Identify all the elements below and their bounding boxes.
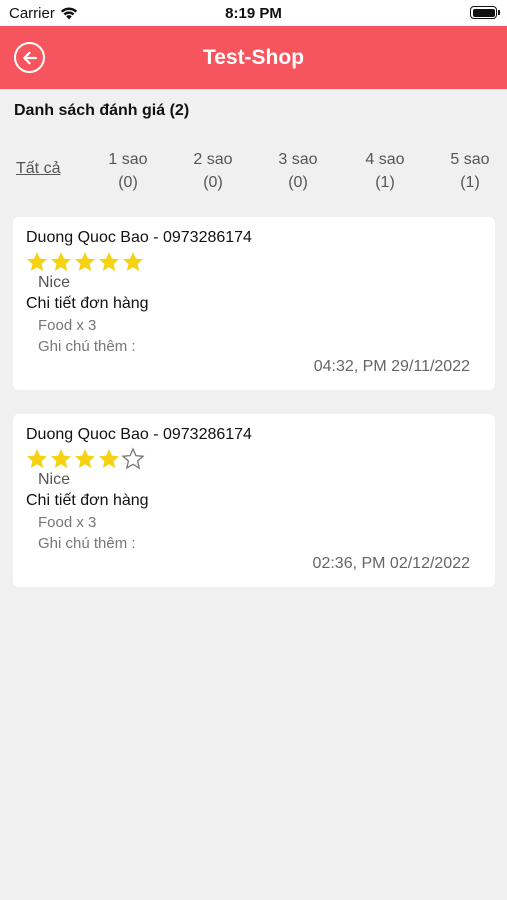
star-filled-icon: [75, 252, 95, 271]
filter-1-star-tab[interactable]: 1 sao (0): [98, 148, 158, 194]
star-empty-icon: [121, 447, 145, 470]
filter-3-star-tab[interactable]: 3 sao (0): [268, 148, 328, 194]
order-item-line: Food x 3: [38, 514, 97, 531]
star-filled-icon: [27, 449, 47, 468]
review-comment: Nice: [38, 471, 71, 488]
filter-all-tab[interactable]: Tất cả: [16, 160, 60, 178]
status-bar: Carrier 8:19 PM: [0, 0, 507, 26]
review-card: Duong Quoc Bao - 0973286174 Nice Chi tiế…: [13, 217, 495, 390]
filter-2-star-tab[interactable]: 2 sao (0): [183, 148, 243, 194]
review-datetime: 02:36, PM 02/12/2022: [312, 555, 470, 572]
filter-label: 5 sao: [450, 151, 490, 168]
filter-label: 3 sao: [278, 151, 318, 168]
back-button[interactable]: [14, 42, 45, 73]
star-filled-icon: [27, 252, 47, 271]
filter-count: (1): [375, 174, 395, 191]
filter-5-star-tab[interactable]: 5 sao (1): [440, 148, 500, 194]
review-datetime: 04:32, PM 29/11/2022: [313, 358, 470, 375]
battery-icon: [470, 6, 500, 19]
star-filled-icon: [99, 449, 119, 468]
star-filled-icon: [99, 252, 119, 271]
filter-count: (1): [460, 174, 480, 191]
star-filled-icon: [51, 252, 71, 271]
filter-label: 1 sao: [108, 151, 148, 168]
order-note: Ghi chú thêm :: [38, 535, 136, 552]
page-title: Test-Shop: [202, 45, 305, 69]
filter-4-star-tab[interactable]: 4 sao (1): [355, 148, 415, 194]
reviewer-name: Duong Quoc Bao - 0973286174: [26, 229, 252, 246]
order-item-line: Food x 3: [38, 317, 97, 334]
star-filled-icon: [75, 449, 95, 468]
filter-count: (0): [203, 174, 223, 191]
rating-filter-bar: Tất cả 1 sao (0) 2 sao (0) 3 sao (0) 4 s…: [0, 148, 507, 196]
order-detail-label: Chi tiết đơn hàng: [26, 492, 149, 509]
star-filled-icon: [123, 252, 143, 271]
review-count-title: Danh sách đánh giá (2): [14, 102, 190, 119]
star-rating: [25, 447, 145, 471]
clock-time: 8:19 PM: [225, 5, 282, 22]
filter-count: (0): [118, 174, 138, 191]
review-comment: Nice: [38, 274, 71, 291]
filter-count: (0): [288, 174, 308, 191]
review-card: Duong Quoc Bao - 0973286174 Nice Chi tiế…: [13, 414, 495, 587]
reviewer-name: Duong Quoc Bao - 0973286174: [26, 426, 252, 443]
order-note: Ghi chú thêm :: [38, 338, 136, 355]
star-filled-icon: [51, 449, 71, 468]
star-rating: [25, 250, 145, 274]
order-detail-label: Chi tiết đơn hàng: [26, 295, 149, 312]
filter-label: 4 sao: [365, 151, 405, 168]
back-arrow-icon: [22, 51, 37, 64]
filter-label: 2 sao: [193, 151, 233, 168]
app-header: Test-Shop: [0, 26, 507, 89]
